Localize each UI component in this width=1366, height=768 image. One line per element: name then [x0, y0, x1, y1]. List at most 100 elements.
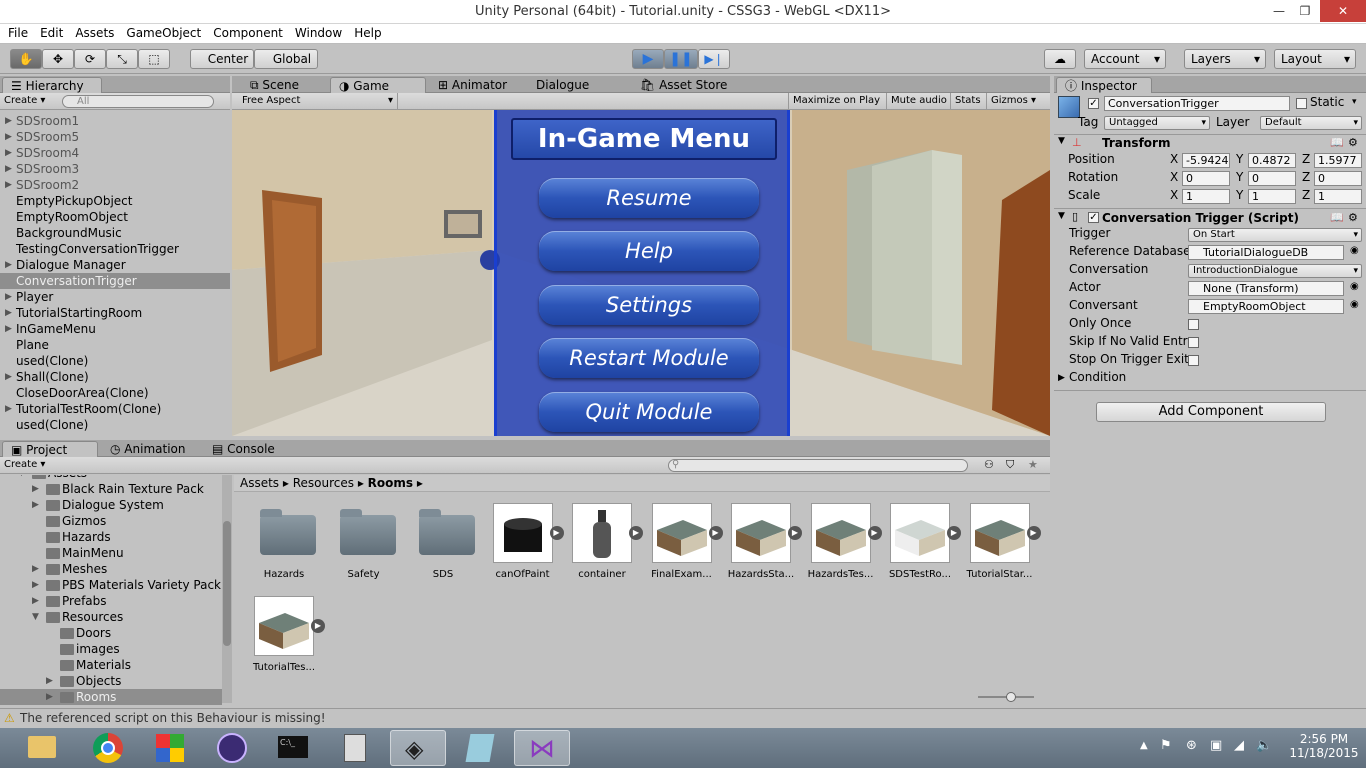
calculator-icon[interactable] [326, 730, 382, 766]
tree-scroll-thumb[interactable] [223, 521, 231, 646]
rotation-y-field[interactable]: 0 [1248, 171, 1296, 186]
script-enabled-checkbox[interactable]: ✓ [1088, 212, 1099, 223]
rotation-z-field[interactable]: 0 [1314, 171, 1362, 186]
project-tree-item[interactable]: ▶ Rooms [0, 689, 222, 705]
project-tree-item[interactable]: MainMenu [0, 545, 222, 561]
chevron-icon[interactable]: ▶ [32, 497, 39, 513]
chevron-right-icon[interactable]: ▶ [5, 113, 12, 129]
chevron-right-icon[interactable]: ▶ [5, 289, 12, 305]
help-button[interactable]: Help [539, 231, 759, 271]
chevron-right-icon[interactable]: ▶ [5, 369, 12, 385]
project-tree-item[interactable]: ▶ Objects [0, 673, 222, 689]
tab-project[interactable]: ▣ Project [2, 441, 98, 457]
project-tree-item[interactable]: ▶ PBS Materials Variety Pack [0, 577, 222, 593]
chevron-right-icon[interactable]: ▶ [5, 177, 12, 193]
asset-item[interactable]: ▶ TutorialStar... [960, 503, 1041, 593]
chevron-down-icon[interactable]: ▼ [1058, 136, 1065, 146]
condition-foldout[interactable]: Condition [1069, 370, 1126, 384]
scale-tool-button[interactable]: ⤡ [106, 49, 138, 69]
rotate-tool-button[interactable]: ⟳ [74, 49, 106, 69]
hierarchy-search-input[interactable]: All [62, 95, 214, 108]
layer-dropdown[interactable]: Default [1260, 116, 1362, 130]
hierarchy-item[interactable]: ▶ SDSroom3 [0, 161, 230, 177]
add-component-button[interactable]: Add Component [1096, 402, 1326, 422]
help-icon[interactable]: 📖 [1330, 136, 1344, 149]
project-tree-item[interactable]: images [0, 641, 222, 657]
project-tree-item[interactable]: ▶ Dialogue System [0, 497, 222, 513]
gear-icon[interactable]: ⚙ [1348, 136, 1358, 149]
chevron-icon[interactable]: ▶ [32, 577, 39, 593]
tree-scrollbar[interactable] [222, 475, 232, 703]
scale-y-field[interactable]: 1 [1248, 189, 1296, 204]
tab-hierarchy[interactable]: ☰ Hierarchy [2, 77, 102, 93]
step-button[interactable]: ▶❘ [698, 49, 730, 69]
layout-dropdown[interactable]: Layout ▾ [1274, 49, 1356, 69]
scale-x-field[interactable]: 1 [1182, 189, 1230, 204]
volume-icon[interactable]: 🔈 [1256, 738, 1272, 753]
script-field-dropdown[interactable]: On Start [1188, 228, 1362, 242]
position-x-field[interactable]: -5.9424 [1182, 153, 1230, 168]
chevron-icon[interactable]: ▼ [32, 609, 39, 625]
object-reference-field[interactable]: EmptyRoomObject [1188, 299, 1344, 314]
scale-z-field[interactable]: 1 [1314, 189, 1362, 204]
chevron-icon[interactable]: ▶ [46, 689, 53, 705]
tab-dialogue[interactable]: Dialogue [528, 77, 597, 93]
gear-icon[interactable]: ⚙ [1348, 211, 1358, 224]
expand-arrow-icon[interactable]: ▶ [311, 619, 325, 633]
chevron-right-icon[interactable]: ▶ [5, 129, 12, 145]
hierarchy-create-button[interactable]: Create ▾ [4, 95, 45, 106]
help-icon[interactable]: 📖 [1330, 211, 1344, 224]
hierarchy-item[interactable]: ▶ SDSroom2 [0, 177, 230, 193]
device-tray-icon[interactable]: ▣ [1210, 738, 1222, 753]
show-hidden-icons-icon[interactable]: ▲ [1140, 740, 1148, 751]
slider-handle[interactable] [1006, 692, 1016, 702]
hierarchy-item[interactable]: TestingConversationTrigger [0, 241, 230, 257]
chevron-icon[interactable]: ▶ [32, 561, 39, 577]
asset-item[interactable]: ▶ canOfPaint [483, 503, 564, 593]
hierarchy-item[interactable]: ConversationTrigger [0, 273, 230, 289]
network-tray-icon[interactable]: ⊛ [1186, 738, 1197, 753]
hierarchy-item[interactable]: ▶ SDSroom1 [0, 113, 230, 129]
script-field-dropdown[interactable]: IntroductionDialogue [1188, 264, 1362, 278]
command-prompt-icon[interactable]: C:\_ [264, 730, 320, 766]
asset-item[interactable]: ▶ HazardsTes... [801, 503, 882, 593]
asset-item[interactable]: ▶ HazardsSta... [721, 503, 802, 593]
menu-component[interactable]: Component [207, 24, 289, 43]
hierarchy-item[interactable]: ▶ SDSroom5 [0, 129, 230, 145]
mute-audio-toggle[interactable]: Mute audio [886, 93, 951, 109]
office-icon[interactable] [142, 730, 198, 766]
menu-window[interactable]: Window [289, 24, 348, 43]
chevron-right-icon[interactable]: ▶ [5, 257, 12, 273]
hierarchy-item[interactable]: ▶ TutorialStartingRoom [0, 305, 230, 321]
project-tree-item[interactable]: Hazards [0, 529, 222, 545]
hierarchy-item[interactable]: BackgroundMusic [0, 225, 230, 241]
hierarchy-item[interactable]: ▶ SDSroom4 [0, 145, 230, 161]
move-tool-button[interactable]: ✥ [42, 49, 74, 69]
menu-assets[interactable]: Assets [69, 24, 120, 43]
file-explorer-icon[interactable] [14, 730, 70, 766]
rect-tool-button[interactable]: ⬚ [138, 49, 170, 69]
script-field-checkbox[interactable] [1188, 337, 1199, 348]
tab-game[interactable]: ◑ Game [330, 77, 426, 93]
object-reference-field[interactable]: TutorialDialogueDB [1188, 245, 1344, 260]
hierarchy-item[interactable]: used(Clone) [0, 417, 230, 433]
tab-animator[interactable]: ⊞ Animator [430, 77, 515, 93]
chevron-down-icon[interactable]: ▾ [1352, 97, 1357, 107]
hierarchy-item[interactable]: EmptyRoomObject [0, 209, 230, 225]
object-picker-icon[interactable]: ◉ [1350, 299, 1359, 310]
asset-item[interactable]: Safety [324, 503, 404, 593]
hierarchy-item[interactable]: used(Clone) [0, 353, 230, 369]
static-checkbox[interactable] [1296, 98, 1307, 109]
chevron-down-icon[interactable]: ▼ [1058, 211, 1065, 221]
hierarchy-item[interactable]: CloseDoorArea(Clone) [0, 385, 230, 401]
tab-scene[interactable]: ⧉ Scene [242, 77, 307, 93]
eclipse-icon[interactable] [204, 730, 260, 766]
hierarchy-item[interactable]: ▶ Player [0, 289, 230, 305]
tab-asset-store[interactable]: 🛍 Asset Store [632, 77, 735, 93]
tab-inspector[interactable]: ⓘ Inspector [1056, 77, 1152, 93]
project-create-button[interactable]: Create ▾ [4, 459, 45, 470]
account-dropdown[interactable]: Account ▾ [1084, 49, 1166, 69]
favorite-star-icon[interactable]: ★ [1028, 458, 1038, 471]
chevron-right-icon[interactable]: ▶ [5, 401, 12, 417]
restart-module-button[interactable]: Restart Module [539, 338, 759, 378]
